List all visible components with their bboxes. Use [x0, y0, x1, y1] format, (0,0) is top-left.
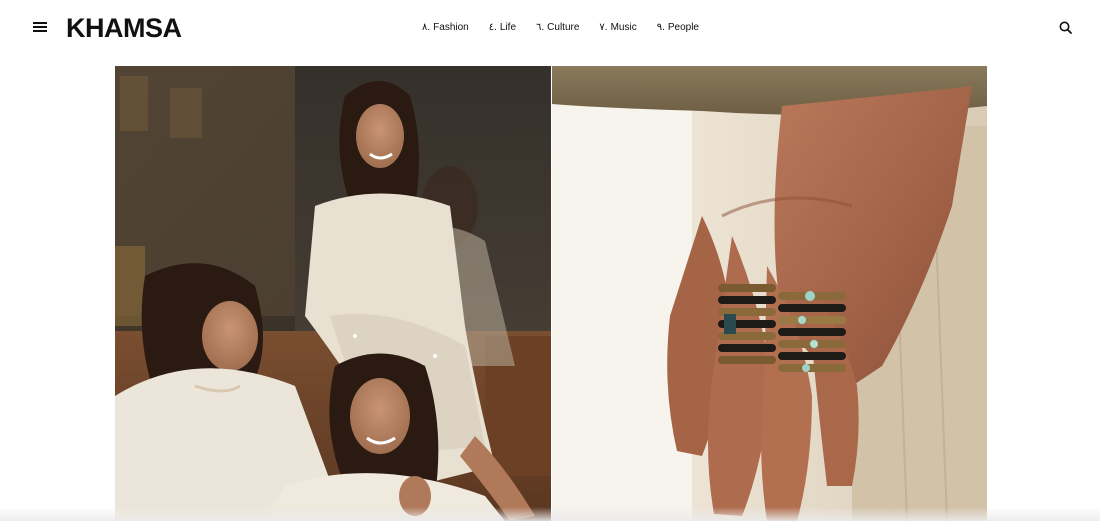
nav-item-number: ٦.: [536, 22, 545, 33]
nav-item-label: Culture: [547, 22, 580, 33]
nav-item-fashion[interactable]: ٨. Fashion: [422, 21, 469, 35]
search-icon[interactable]: [1059, 21, 1072, 34]
hero-image-rings[interactable]: [551, 66, 988, 521]
nav-item-label: People: [667, 22, 699, 33]
nav-item-number: ٤.: [488, 22, 497, 33]
hero-image-women[interactable]: [115, 66, 551, 521]
nav-item-label: Music: [610, 22, 637, 33]
nav-item-music[interactable]: ٧. Music: [599, 21, 636, 35]
nav-item-life[interactable]: ٤. Life: [489, 21, 516, 35]
nav-item-number: ٨.: [422, 22, 431, 33]
hamburger-menu-icon[interactable]: [33, 21, 47, 33]
site-logo[interactable]: KHAMSA: [66, 13, 182, 43]
hero-gallery: [115, 66, 987, 521]
ring-stack-left: [717, 284, 776, 364]
site-header: KHAMSA ٨. Fashion ٤. Life ٦. Culture ٧. Musi…: [0, 0, 1100, 56]
nav-item-number: ٧.: [599, 22, 608, 33]
nav-item-label: Fashion: [433, 22, 469, 33]
nav-item-number: ٩.: [656, 22, 665, 33]
nav-item-label: Life: [499, 22, 517, 33]
nav-item-culture[interactable]: ٦. Culture: [536, 21, 579, 35]
main-nav: ٨. Fashion ٤. Life ٦. Culture ٧. Music ٩. Peo…: [422, 21, 699, 35]
nav-item-people[interactable]: ٩. People: [657, 21, 699, 35]
